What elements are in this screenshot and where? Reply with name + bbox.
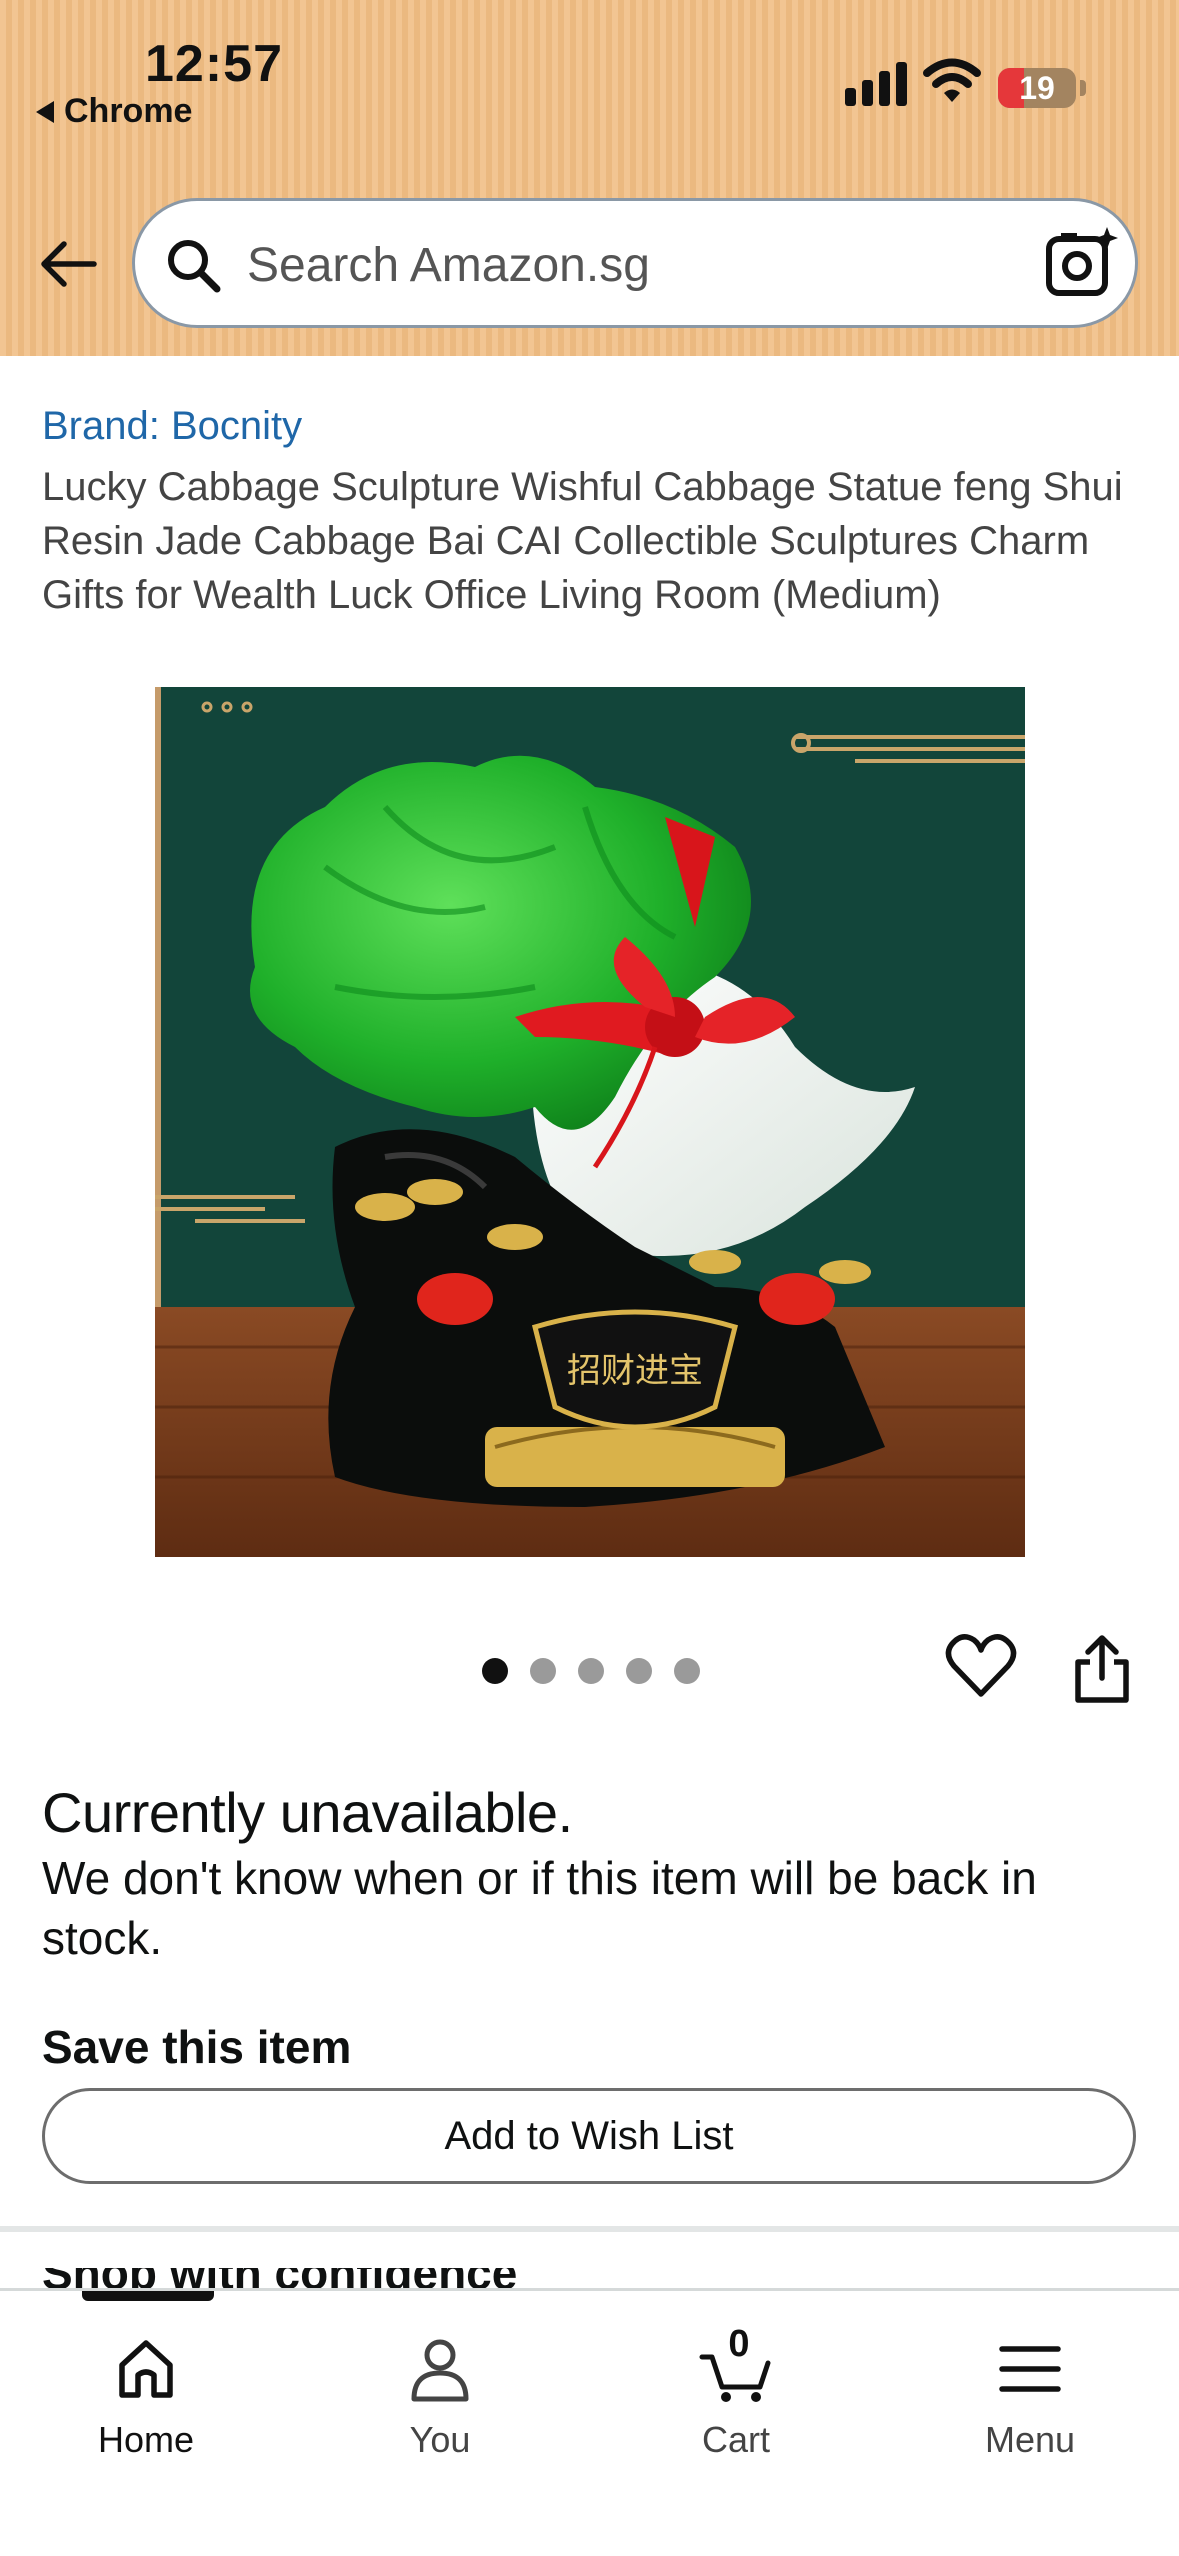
save-item-heading: Save this item	[42, 2021, 352, 2073]
carousel-dot[interactable]	[626, 1658, 652, 1684]
camera-search-icon[interactable]	[1041, 223, 1121, 303]
availability-heading: Currently unavailable.	[42, 1781, 573, 1844]
plaque-text: 招财进宝	[567, 1351, 703, 1391]
status-time: 12:57	[145, 35, 283, 93]
back-arrow-icon[interactable]	[36, 232, 100, 296]
nav-cart-label: Cart	[701, 2419, 770, 2460]
cart-count-badge: 0	[728, 2323, 750, 2365]
nav-home[interactable]: Home	[46, 2331, 246, 2491]
back-app-label: Chrome	[64, 92, 193, 130]
carousel-dot[interactable]	[578, 1658, 604, 1684]
heart-icon[interactable]	[944, 1630, 1018, 1704]
cabbage-statue-illustration: 招财进宝	[155, 687, 1025, 1557]
nav-home-label: Home	[97, 2419, 195, 2460]
back-to-app-link[interactable]: Chrome	[36, 92, 192, 131]
carousel-dot[interactable]	[674, 1658, 700, 1684]
menu-icon	[999, 2346, 1061, 2392]
bottom-navigation: Home You 0 Cart Menu	[0, 2288, 1179, 2556]
carousel-dot[interactable]	[482, 1658, 508, 1684]
battery-cap	[1080, 80, 1086, 96]
person-icon	[411, 2339, 469, 2402]
share-icon[interactable]	[1068, 1632, 1136, 1706]
nav-menu-label: Menu	[984, 2419, 1076, 2460]
nav-you-label: You	[409, 2419, 471, 2460]
active-tab-indicator	[82, 2291, 214, 2301]
brand-link[interactable]: Brand: Bocnity	[42, 404, 302, 449]
wifi-icon	[923, 58, 981, 102]
add-to-wish-list-button[interactable]: Add to Wish List	[42, 2088, 1136, 2184]
nav-cart[interactable]: 0 Cart	[636, 2323, 836, 2491]
app-header: 12:57 Chrome 19	[0, 0, 1179, 356]
search-bar[interactable]	[132, 198, 1138, 328]
section-divider	[0, 2226, 1179, 2232]
home-icon	[119, 2340, 173, 2398]
search-input[interactable]	[245, 229, 949, 301]
product-image[interactable]: 招财进宝	[155, 687, 1025, 1557]
cellular-signal-icon	[845, 58, 907, 106]
carousel-dot[interactable]	[530, 1658, 556, 1684]
nav-menu[interactable]: Menu	[930, 2331, 1130, 2491]
product-title: Lucky Cabbage Sculpture Wishful Cabbage …	[42, 465, 1123, 617]
back-triangle-icon	[36, 100, 54, 123]
battery-level: 19	[1019, 70, 1055, 106]
nav-you[interactable]: You	[340, 2331, 540, 2491]
image-carousel-dots[interactable]	[482, 1658, 700, 1684]
search-icon	[168, 240, 221, 293]
battery-icon: 19	[998, 68, 1076, 108]
availability-description: We don't know when or if this item will …	[42, 1852, 1037, 1964]
next-section-heading: Shop with confidence	[42, 2268, 542, 2288]
next-section-peek: Shop with confidence	[42, 2268, 542, 2288]
